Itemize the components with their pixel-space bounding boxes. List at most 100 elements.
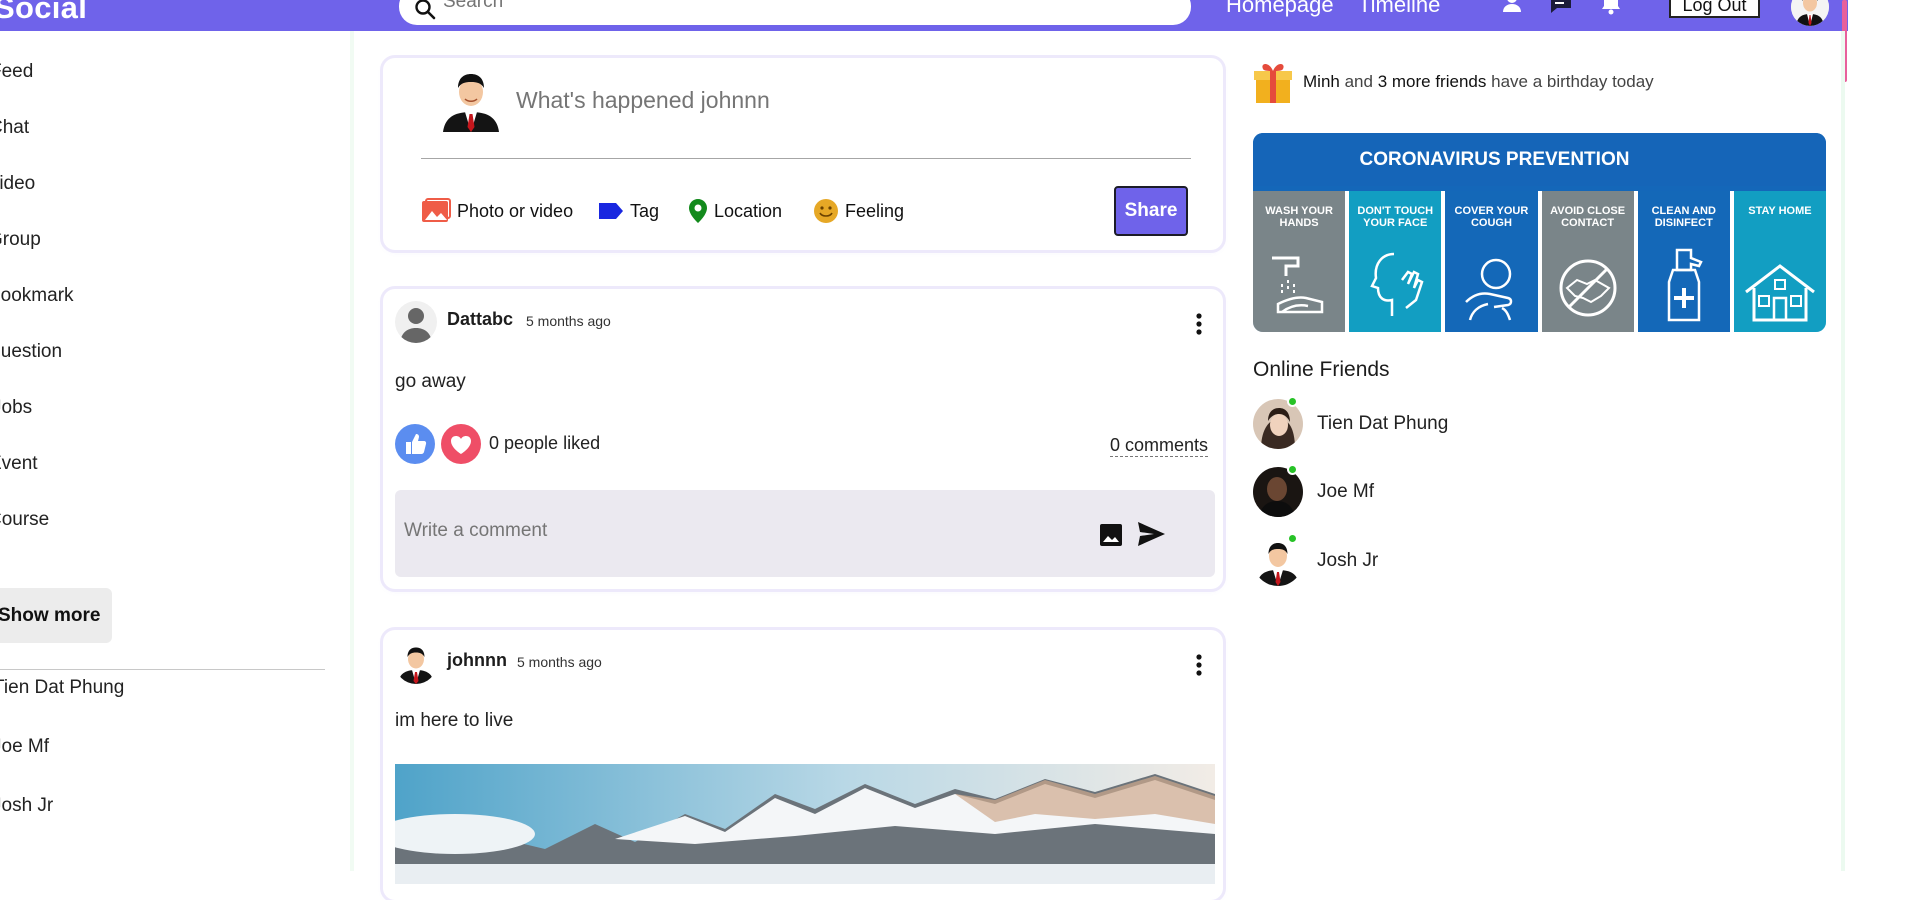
tile-stay-home: STAY HOME — [1733, 191, 1826, 332]
tile-label: COVER YOUR COUGH — [1454, 205, 1529, 229]
post-card: johnnn 5 months ago im here to live — [383, 630, 1223, 900]
share-button[interactable]: Share — [1114, 186, 1188, 236]
gift-icon — [1254, 64, 1292, 103]
birthday-tail: have a birthday today — [1491, 72, 1654, 91]
more-options-icon[interactable] — [1194, 311, 1204, 337]
online-status-dot — [1287, 533, 1298, 544]
left-sidebar: Feed Chat Video Group Bookmark Question … — [0, 31, 353, 871]
friend-name: Joe Mf — [1317, 481, 1375, 502]
logout-button[interactable]: Log Out — [1669, 0, 1760, 18]
post-text: go away — [395, 371, 466, 392]
covid-tiles: WASH YOUR HANDS DON'T TOUCH YOUR FACE CO… — [1253, 191, 1826, 332]
sidebar-item-chat[interactable]: Chat — [0, 117, 29, 139]
house-icon — [1745, 264, 1815, 322]
sidebar-border — [350, 31, 354, 871]
right-sidebar: Minh and 3 more friends have a birthday … — [1253, 31, 1841, 871]
likes-count: 0 people liked — [489, 433, 601, 453]
online-friends-title: Online Friends — [1253, 358, 1390, 381]
sidebar-friend[interactable]: Tien Dat Phung — [0, 677, 124, 699]
sidebar-item-course[interactable]: Course — [0, 509, 49, 531]
show-more-button[interactable]: Show more — [0, 588, 112, 643]
composer-divider — [421, 158, 1191, 159]
sidebar-item-video[interactable]: Video — [0, 173, 35, 195]
sidebar-item-feed[interactable]: Feed — [0, 61, 33, 83]
tag-button[interactable]: Tag — [598, 197, 659, 225]
tag-icon — [599, 203, 623, 219]
tile-label: CLEAN AND DISINFECT — [1651, 205, 1716, 229]
tile-dont-touch-face: DON'T TOUCH YOUR FACE — [1349, 191, 1442, 332]
birthday-friends[interactable]: 3 more friends — [1378, 72, 1487, 91]
scrollbar-track — [1841, 31, 1845, 871]
tile-clean-disinfect: CLEAN AND DISINFECT — [1637, 191, 1730, 332]
post-author-name[interactable]: Dattabc — [447, 309, 513, 330]
composer-avatar[interactable] — [439, 66, 503, 132]
online-friend-item[interactable]: Josh Jr — [1253, 533, 1379, 586]
post-author-name[interactable]: johnnn — [447, 650, 507, 671]
covid-banner-title: CORONAVIRUS PREVENTION — [1253, 133, 1826, 186]
friend-avatar — [1253, 467, 1303, 517]
sidebar-friend[interactable]: Josh Jr — [0, 795, 53, 817]
tile-label: STAY HOME — [1748, 205, 1812, 217]
feeling-label: Feeling — [845, 200, 905, 221]
comments-link[interactable]: 0 comments — [1110, 435, 1209, 457]
post-author-avatar[interactable] — [395, 301, 437, 343]
tile-label: DON'T TOUCH YOUR FACE — [1357, 205, 1434, 229]
feeling-button[interactable]: Feeling — [813, 197, 904, 225]
comment-input[interactable] — [404, 520, 1004, 542]
like-icon[interactable] — [395, 424, 435, 464]
photo-video-button[interactable]: Photo or video — [421, 197, 573, 225]
post-timestamp: 5 months ago — [526, 313, 611, 329]
location-pin-icon — [689, 199, 707, 223]
app-logo[interactable]: Social — [0, 0, 87, 26]
bell-icon[interactable] — [1598, 0, 1624, 16]
sidebar-item-question[interactable]: Question — [0, 341, 62, 363]
face-touch-icon — [1370, 252, 1424, 316]
covid-prevention-banner[interactable]: CORONAVIRUS PREVENTION WASH YOUR HANDS D… — [1253, 133, 1826, 332]
search-input[interactable] — [443, 0, 1143, 13]
post-timestamp: 5 months ago — [517, 654, 602, 670]
tile-label: WASH YOUR HANDS — [1265, 205, 1333, 229]
post-composer: Photo or video Tag Location Feeling Shar… — [383, 58, 1223, 250]
smile-icon — [814, 199, 838, 223]
more-options-icon[interactable] — [1194, 652, 1204, 678]
post-image[interactable] — [395, 764, 1215, 884]
wash-hands-icon — [1272, 256, 1324, 314]
chat-icon[interactable] — [1548, 0, 1574, 16]
sidebar-divider — [0, 669, 325, 670]
person-icon[interactable] — [1499, 0, 1525, 16]
search-bar[interactable] — [399, 0, 1191, 25]
online-friend-item[interactable]: Tien Dat Phung — [1253, 396, 1449, 449]
tag-label: Tag — [630, 200, 660, 221]
user-avatar[interactable] — [1791, 0, 1829, 26]
online-status-dot — [1287, 396, 1298, 407]
image-icon[interactable] — [1098, 522, 1124, 548]
post-author-avatar[interactable] — [395, 642, 437, 684]
friend-name: Josh Jr — [1317, 550, 1379, 571]
sidebar-item-group[interactable]: Group — [0, 229, 41, 251]
photo-icon — [422, 198, 451, 222]
birthday-notice: Minh and 3 more friends have a birthday … — [1253, 59, 1654, 105]
post-card: Dattabc 5 months ago go away 0 people li… — [383, 289, 1223, 589]
sidebar-friend[interactable]: Joe Mf — [0, 736, 49, 758]
nav-homepage[interactable]: Homepage — [1226, 0, 1334, 18]
friend-name: Tien Dat Phung — [1317, 413, 1449, 434]
friend-avatar — [1253, 399, 1303, 449]
top-navbar: Social Homepage Timeline Log Out — [0, 0, 1848, 31]
search-icon — [415, 0, 436, 20]
birthday-name[interactable]: Minh — [1303, 72, 1340, 91]
photo-video-label: Photo or video — [457, 200, 574, 221]
online-friend-item[interactable]: Joe Mf — [1253, 464, 1375, 517]
sidebar-item-bookmark[interactable]: Bookmark — [0, 285, 74, 307]
nav-timeline[interactable]: Timeline — [1358, 0, 1440, 18]
comment-box — [395, 490, 1215, 577]
sidebar-item-event[interactable]: Event — [0, 453, 38, 475]
location-button[interactable]: Location — [688, 197, 782, 225]
sidebar-item-jobs[interactable]: Jobs — [0, 397, 32, 419]
location-label: Location — [714, 200, 783, 221]
friend-avatar — [1253, 536, 1303, 586]
composer-input[interactable] — [516, 87, 1136, 114]
send-icon[interactable] — [1136, 520, 1166, 548]
online-status-dot — [1287, 464, 1298, 475]
tile-cover-cough: COVER YOUR COUGH — [1445, 191, 1538, 332]
heart-icon[interactable] — [441, 424, 481, 464]
